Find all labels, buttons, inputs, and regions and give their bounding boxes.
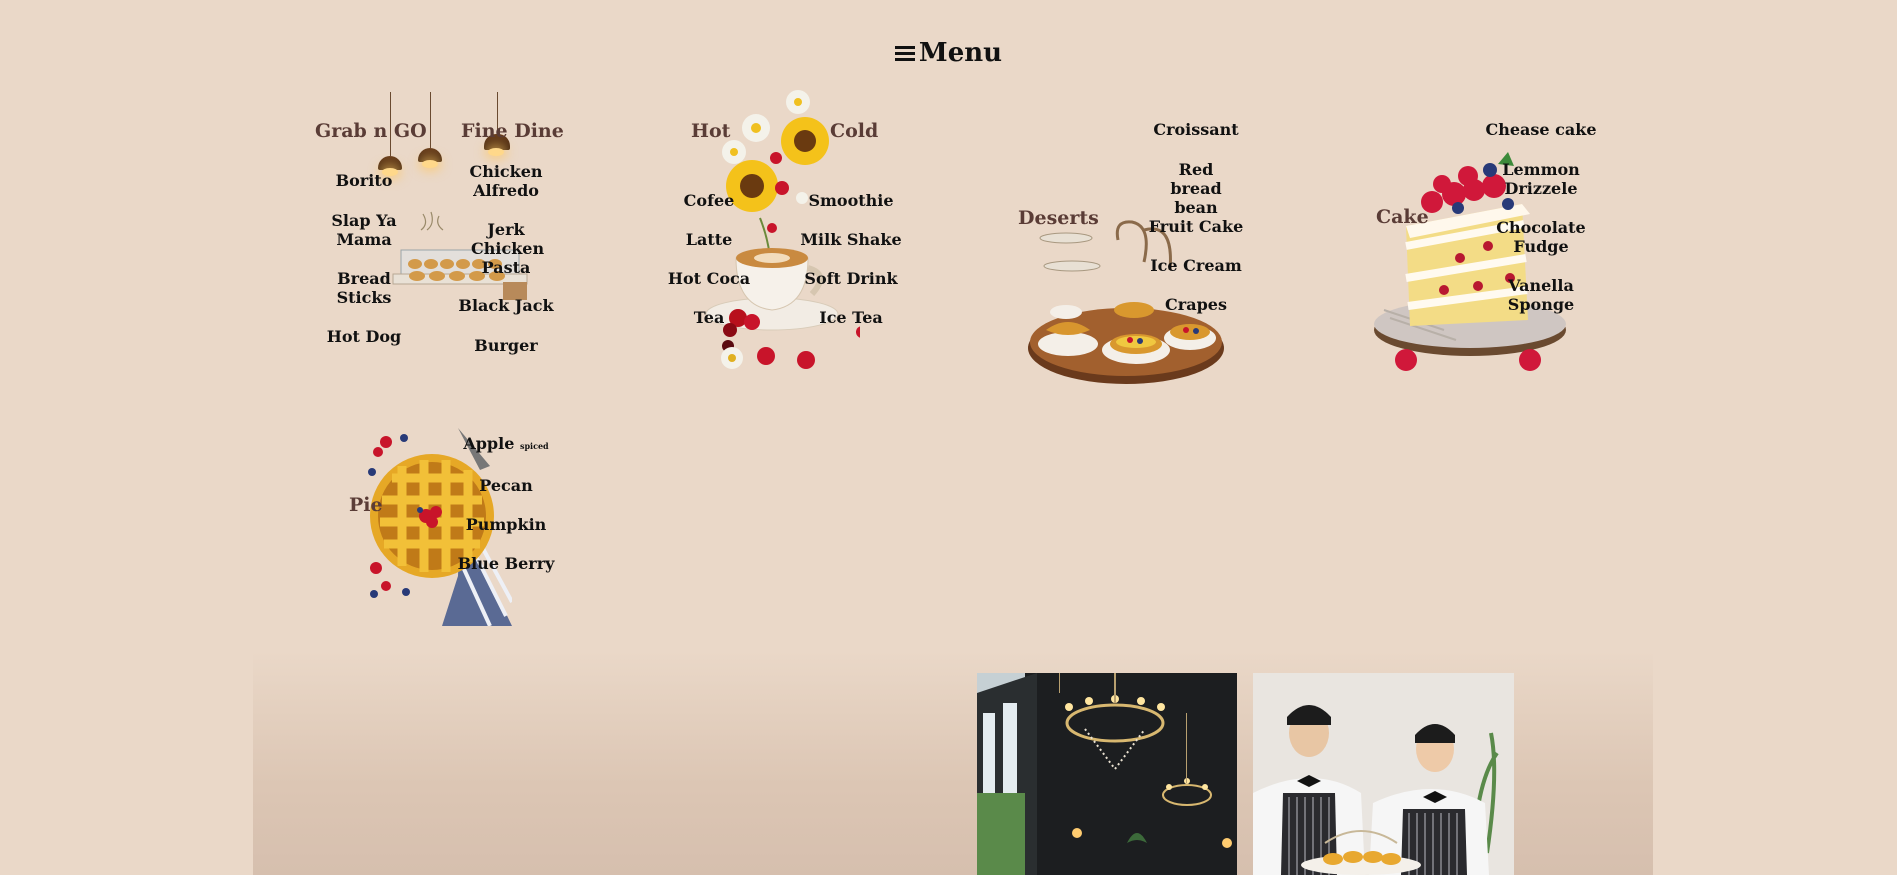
- category-hot[interactable]: Hot: [691, 120, 730, 142]
- chandelier-interior-photo: [977, 673, 1237, 875]
- menu-item-chocolate-fudge[interactable]: Chocolate Fudge: [1496, 218, 1586, 256]
- menu-item-blue-berry[interactable]: Blue Berry: [446, 554, 566, 573]
- hamburger-menu-icon[interactable]: [894, 43, 915, 64]
- menu-item-ice-tea[interactable]: Ice Tea: [791, 308, 911, 327]
- menu-item-soft-drink[interactable]: Soft Drink: [791, 269, 911, 288]
- menu-item-black-jack[interactable]: Black Jack: [446, 296, 566, 315]
- menu-title: Menu: [918, 38, 1003, 68]
- menu-item-hot-coca[interactable]: Hot Coca: [649, 269, 769, 288]
- category-pie[interactable]: Pie: [349, 494, 383, 516]
- menu-header[interactable]: Menu: [0, 38, 1897, 68]
- menu-item-chease-cake[interactable]: Chease cake: [1481, 120, 1601, 139]
- category-deserts[interactable]: Deserts: [1018, 207, 1099, 229]
- menu-item-cofee[interactable]: Cofee: [649, 191, 769, 210]
- chefs-photo: [1253, 673, 1514, 875]
- category-cake[interactable]: Cake: [1376, 206, 1429, 228]
- menu-item-pecan[interactable]: Pecan: [446, 476, 566, 495]
- menu-item-jerk-chicken-pasta[interactable]: Jerk Chicken Pasta: [471, 220, 544, 277]
- menu-item-chicken-alfredo[interactable]: Chicken Alfredo: [466, 162, 546, 200]
- menu-item-smoothie[interactable]: Smoothie: [791, 191, 911, 210]
- menu-item-fruit-cake[interactable]: Fruit Cake: [1136, 217, 1256, 236]
- menu-item-milk-shake[interactable]: Milk Shake: [791, 230, 911, 249]
- menu-item-lemmon-drizzele[interactable]: Lemmon Drizzele: [1501, 160, 1581, 198]
- menu-item-burger[interactable]: Burger: [446, 336, 566, 355]
- menu-item-pumpkin[interactable]: Pumpkin: [446, 515, 566, 534]
- menu-item-apple-label: Apple: [463, 434, 515, 453]
- menu-item-apple[interactable]: Apple spiced: [446, 434, 566, 456]
- menu-item-slap-ya-mama[interactable]: Slap Ya Mama: [329, 211, 399, 249]
- menu-item-latte[interactable]: Latte: [649, 230, 769, 249]
- menu-item-vanella-sponge[interactable]: Vanella Sponge: [1506, 276, 1576, 314]
- menu-item-apple-note: spiced: [519, 441, 549, 451]
- menu-item-ice-cream[interactable]: Ice Cream: [1136, 256, 1256, 275]
- menu-item-tea[interactable]: Tea: [649, 308, 769, 327]
- category-fine-dine[interactable]: Fine Dine: [461, 120, 564, 142]
- menu-item-croissant[interactable]: Croissant: [1136, 120, 1256, 139]
- menu-item-borito[interactable]: Borito: [304, 171, 424, 190]
- category-cold[interactable]: Cold: [830, 120, 878, 142]
- menu-item-crapes[interactable]: Crapes: [1136, 295, 1256, 314]
- category-grab-n-go[interactable]: Grab n GO: [315, 120, 427, 142]
- menu-item-red-bread-bean[interactable]: Red bread bean: [1151, 160, 1241, 217]
- menu-item-bread-sticks[interactable]: Bread Sticks: [334, 269, 394, 307]
- menu-item-hot-dog[interactable]: Hot Dog: [304, 327, 424, 346]
